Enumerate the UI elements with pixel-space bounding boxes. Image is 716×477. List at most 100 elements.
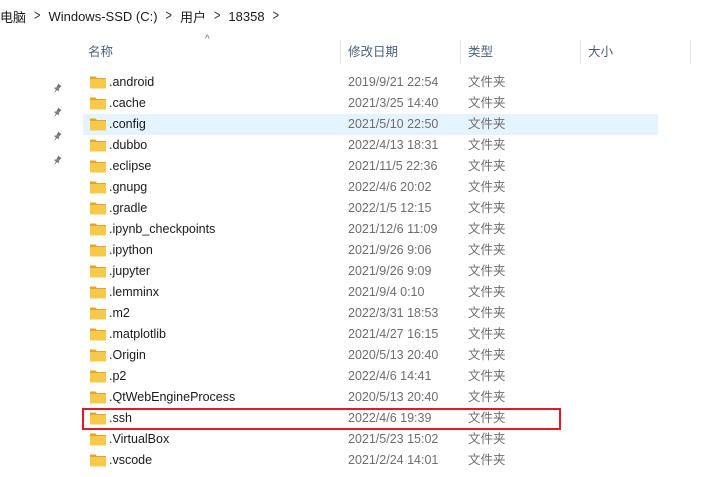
file-type: 文件夹 <box>468 369 506 383</box>
file-row[interactable]: .matplotlib 2021/4/27 16:15 文件夹 <box>83 324 658 345</box>
file-type: 文件夹 <box>468 453 506 467</box>
file-name[interactable]: .lemminx <box>109 282 159 303</box>
file-type: 文件夹 <box>468 180 506 194</box>
file-name[interactable]: .gradle <box>109 198 147 219</box>
file-name[interactable]: .ipynb_checkpoints <box>109 219 215 240</box>
file-type: 文件夹 <box>468 243 506 257</box>
file-row[interactable]: .jupyter 2021/9/26 9:09 文件夹 <box>83 261 658 282</box>
file-name[interactable]: .dubbo <box>109 135 147 156</box>
breadcrumb-separator-icon[interactable]: > <box>214 8 220 24</box>
file-modified-date: 2020/5/13 20:40 <box>348 390 439 404</box>
file-row[interactable]: .VirtualBox 2021/5/23 15:02 文件夹 <box>83 429 658 450</box>
folder-icon <box>90 202 106 215</box>
folder-icon <box>90 97 106 110</box>
column-header-name[interactable]: 名称 <box>88 38 113 66</box>
file-name[interactable]: .p2 <box>109 366 126 387</box>
column-header-size[interactable]: 大小 <box>588 38 613 66</box>
file-type: 文件夹 <box>468 390 506 404</box>
file-name[interactable]: .gnupg <box>109 177 147 198</box>
file-row[interactable]: .p2 2022/4/6 14:41 文件夹 <box>83 366 658 387</box>
file-type: 文件夹 <box>468 285 506 299</box>
file-modified-date: 2021/11/5 22:36 <box>348 159 438 173</box>
sort-ascending-icon: ^ <box>205 34 210 45</box>
file-name[interactable]: .vscode <box>109 450 152 471</box>
file-row[interactable]: .config 2021/5/10 22:50 文件夹 <box>83 114 658 135</box>
file-row[interactable]: .ipynb_checkpoints 2021/12/6 11:09 文件夹 <box>83 219 658 240</box>
file-name[interactable]: .QtWebEngineProcess <box>109 387 235 408</box>
folder-icon <box>90 328 106 341</box>
folder-icon <box>90 160 106 173</box>
file-row[interactable]: .gradle 2022/1/5 12:15 文件夹 <box>83 198 658 219</box>
file-type: 文件夹 <box>468 117 506 131</box>
column-header-modified[interactable]: 修改日期 <box>348 38 398 66</box>
breadcrumb-this-pc[interactable]: 电脑 <box>0 7 34 26</box>
column-divider[interactable] <box>460 40 461 64</box>
folder-icon <box>90 349 106 362</box>
breadcrumb-separator-icon[interactable]: > <box>273 8 279 24</box>
file-row[interactable]: .gnupg 2022/4/6 20:02 文件夹 <box>83 177 658 198</box>
file-row[interactable]: .vscode 2021/2/24 14:01 文件夹 <box>83 450 658 471</box>
column-divider[interactable] <box>580 40 581 64</box>
folder-icon <box>90 118 106 131</box>
file-name[interactable]: .android <box>109 72 154 93</box>
file-type: 文件夹 <box>468 96 506 110</box>
file-row[interactable]: .m2 2022/3/31 18:53 文件夹 <box>83 303 658 324</box>
file-name[interactable]: .ipython <box>109 240 153 261</box>
file-type: 文件夹 <box>468 348 506 362</box>
pin-icon[interactable] <box>50 130 64 144</box>
file-modified-date: 2021/9/4 0:10 <box>348 285 425 299</box>
breadcrumb-users[interactable]: 用户 <box>172 7 214 26</box>
column-header-type[interactable]: 类型 <box>468 38 493 66</box>
file-modified-date: 2022/4/13 18:31 <box>348 138 439 152</box>
file-type: 文件夹 <box>468 159 506 173</box>
pin-icon[interactable] <box>50 154 64 168</box>
folder-icon <box>90 139 106 152</box>
file-name[interactable]: .config <box>109 114 146 135</box>
file-type: 文件夹 <box>468 327 506 341</box>
file-name[interactable]: .m2 <box>109 303 130 324</box>
file-type: 文件夹 <box>468 75 506 89</box>
file-modified-date: 2021/9/26 9:09 <box>348 264 432 278</box>
file-name[interactable]: .cache <box>109 93 146 114</box>
file-name[interactable]: .ssh <box>109 408 132 429</box>
file-row[interactable]: .lemminx 2021/9/4 0:10 文件夹 <box>83 282 658 303</box>
file-row[interactable]: .Origin 2020/5/13 20:40 文件夹 <box>83 345 658 366</box>
file-row[interactable]: .android 2019/9/21 22:54 文件夹 <box>83 72 658 93</box>
folder-icon <box>90 412 106 425</box>
file-name[interactable]: .jupyter <box>109 261 150 282</box>
file-modified-date: 2021/5/10 22:50 <box>348 117 439 131</box>
file-modified-date: 2022/4/6 20:02 <box>348 180 432 194</box>
folder-icon <box>90 265 106 278</box>
column-divider[interactable] <box>340 40 341 64</box>
pin-icon[interactable] <box>50 82 64 96</box>
file-name[interactable]: .VirtualBox <box>109 429 169 450</box>
file-row[interactable]: .eclipse 2021/11/5 22:36 文件夹 <box>83 156 658 177</box>
file-name[interactable]: .matplotlib <box>109 324 166 345</box>
pin-icon[interactable] <box>50 106 64 120</box>
file-type: 文件夹 <box>468 138 506 152</box>
file-row[interactable]: .QtWebEngineProcess 2020/5/13 20:40 文件夹 <box>83 387 658 408</box>
file-modified-date: 2019/9/21 22:54 <box>348 75 439 89</box>
folder-icon <box>90 223 106 236</box>
column-header-row: ^ 名称 修改日期 类型 大小 <box>0 34 716 66</box>
breadcrumb-separator-icon[interactable]: > <box>166 8 172 24</box>
file-name[interactable]: .eclipse <box>109 156 151 177</box>
file-row[interactable]: .ssh 2022/4/6 19:39 文件夹 <box>83 408 658 429</box>
column-divider[interactable] <box>690 40 691 64</box>
file-modified-date: 2022/1/5 12:15 <box>348 201 432 215</box>
file-row[interactable]: .dubbo 2022/4/13 18:31 文件夹 <box>83 135 658 156</box>
breadcrumb[interactable]: 电脑 > Windows-SSD (C:) > 用户 > 18358 > <box>0 0 716 32</box>
file-modified-date: 2022/4/6 19:39 <box>348 411 432 425</box>
folder-icon <box>90 370 106 383</box>
file-modified-date: 2022/3/31 18:53 <box>348 306 439 320</box>
file-type: 文件夹 <box>468 264 506 278</box>
breadcrumb-separator-icon[interactable]: > <box>34 8 40 24</box>
file-name[interactable]: .Origin <box>109 345 146 366</box>
file-type: 文件夹 <box>468 411 506 425</box>
file-row[interactable]: .ipython 2021/9/26 9:06 文件夹 <box>83 240 658 261</box>
file-row[interactable]: .cache 2021/3/25 14:40 文件夹 <box>83 93 658 114</box>
breadcrumb-drive[interactable]: Windows-SSD (C:) <box>40 9 165 24</box>
file-modified-date: 2021/2/24 14:01 <box>348 453 439 467</box>
folder-icon <box>90 307 106 320</box>
breadcrumb-user-folder[interactable]: 18358 <box>220 9 272 24</box>
